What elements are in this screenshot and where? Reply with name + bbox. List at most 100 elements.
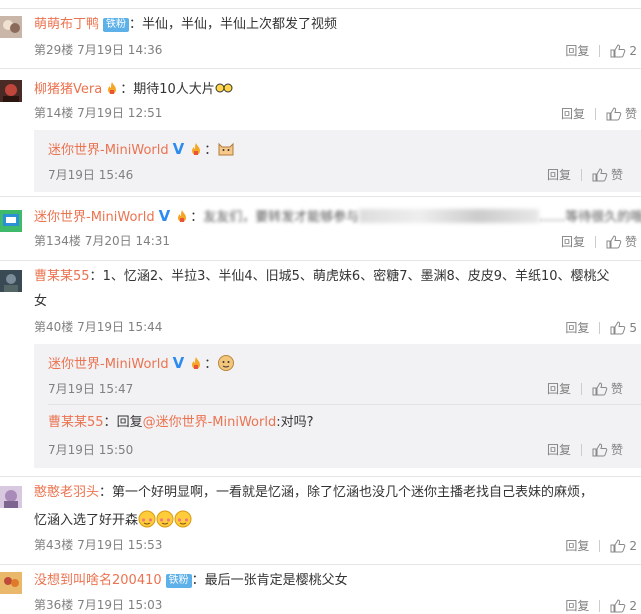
reply-meta: 7月19日 15:50	[48, 443, 134, 457]
comment-actions: 回复 5	[565, 319, 637, 336]
comment-text-2: 女	[34, 294, 48, 309]
like-button[interactable]: 赞	[606, 105, 637, 122]
username[interactable]: 没想到叫啥名200410	[34, 573, 162, 588]
username[interactable]: 迷你世界-MiniWorld	[48, 357, 169, 372]
reply-button[interactable]: 回复	[565, 42, 589, 59]
comment-meta: 第40楼 7月19日 15:44	[34, 320, 163, 334]
colon: ：	[204, 143, 218, 158]
thumbs-up-icon	[610, 598, 626, 612]
username[interactable]: 萌萌布丁鸭	[34, 17, 99, 32]
colon: ：	[190, 210, 204, 225]
avatar[interactable]	[0, 572, 22, 594]
like-count: 赞	[624, 107, 637, 121]
reply-button[interactable]: 回复	[565, 319, 589, 336]
doge-emoji-icon	[218, 355, 235, 371]
avatar[interactable]	[0, 270, 22, 292]
comment-meta: 第134楼 7月20日 14:31	[34, 234, 171, 248]
comment-line: 柳猪猪Vera ：期待10人大片	[34, 79, 233, 99]
redacted-block	[359, 209, 540, 223]
divider	[580, 382, 582, 395]
like-button[interactable]: 赞	[592, 380, 623, 397]
colon: ：	[99, 485, 113, 500]
like-button[interactable]: 2	[610, 44, 637, 58]
reply-thread: 迷你世界-MiniWorld V ： 7月19日 15:46 回复 赞	[34, 130, 641, 192]
comment-meta: 第43楼 7月19日 15:53	[34, 538, 163, 552]
mention-link[interactable]: @迷你世界-MiniWorld	[143, 415, 277, 430]
comment-actions: 回复 2	[565, 597, 637, 614]
like-button[interactable]: 2	[610, 599, 637, 613]
fan-badge: 铁粉	[103, 18, 130, 32]
comment-line: 憨憨老羽头：第一个好明显啊，一看就是忆涵，除了忆涵也没几个迷你主播老找自己表妹的…	[34, 484, 593, 502]
verified-v-icon: V	[158, 207, 171, 225]
colon: ：	[129, 17, 143, 32]
avatar[interactable]	[0, 80, 22, 102]
comment-text: 1、忆涵2、半拉3、半仙4、旧城5、萌虎妹6、密糖7、墨渊8、皮皮9、羊纸10、…	[102, 269, 610, 284]
divider	[580, 168, 582, 181]
like-button[interactable]: 5	[610, 321, 637, 335]
reply-button[interactable]: 回复	[561, 105, 585, 122]
comment-text-end: ……等待很久的哦	[539, 210, 641, 225]
avatar[interactable]	[0, 210, 22, 232]
cat-emoji-icon	[218, 142, 234, 156]
comment-text-2: 忆涵入选了好开森	[34, 513, 139, 528]
reply-button[interactable]: 回复	[547, 166, 571, 183]
avatar[interactable]	[0, 16, 22, 38]
fire-badge-icon	[192, 357, 201, 369]
comment-text: 期待10人大片	[133, 82, 215, 97]
embarrassed-emoji-icon	[156, 510, 174, 528]
like-count: 赞	[624, 235, 637, 249]
like-button[interactable]: 赞	[592, 441, 623, 458]
reply-text: :对吗?	[276, 415, 314, 430]
reply-line: 曹某某55：回复@迷你世界-MiniWorld:对吗?	[48, 414, 313, 432]
username[interactable]: 曹某某55	[34, 269, 90, 284]
reply-button[interactable]: 回复	[565, 597, 589, 614]
comment-line-2: 女	[34, 293, 47, 311]
username[interactable]: 迷你世界-MiniWorld	[34, 210, 155, 225]
reply-button[interactable]: 回复	[561, 233, 585, 250]
thumbs-up-icon	[610, 43, 626, 57]
reply-line: 迷你世界-MiniWorld V ：	[48, 140, 235, 160]
username[interactable]: 迷你世界-MiniWorld	[48, 143, 169, 158]
like-button[interactable]: 2	[610, 539, 637, 553]
divider	[0, 260, 641, 261]
like-button[interactable]: 赞	[592, 166, 623, 183]
comment-text: 半仙，半仙，半仙上次都发了视频	[142, 17, 338, 32]
thumbs-up-icon	[592, 442, 608, 456]
colon: ：	[89, 269, 103, 284]
embarrassed-emoji-icon	[138, 510, 156, 528]
reply-button[interactable]: 回复	[547, 380, 571, 397]
username[interactable]: 柳猪猪Vera	[34, 82, 102, 97]
embarrassed-emoji-icon	[174, 510, 192, 528]
comment-text: 最后一张肯定是樱桃父女	[204, 573, 348, 588]
comment-text: 友友们，要转发才能够参与	[203, 210, 360, 225]
like-count: 2	[629, 598, 637, 613]
like-button[interactable]: 赞	[606, 233, 637, 250]
reply-meta: 7月19日 15:47	[48, 382, 134, 396]
comment-line: 迷你世界-MiniWorld V ：友友们，要转发才能够参与 ……等待很久的哦	[34, 207, 641, 227]
verified-v-icon: V	[172, 140, 185, 158]
reply-button[interactable]: 回复	[565, 537, 589, 554]
avatar[interactable]	[0, 486, 22, 508]
glasses-emoji-icon	[215, 83, 233, 93]
comment-actions: 回复 2	[565, 537, 637, 554]
comment-line: 萌萌布丁鸭 铁粉 ：半仙，半仙，半仙上次都发了视频	[34, 16, 337, 34]
username[interactable]: 憨憨老羽头	[34, 485, 99, 500]
comment-actions: 回复 赞	[561, 105, 637, 122]
comment-line-2: 忆涵入选了好开森	[34, 510, 192, 530]
reply-actions: 回复 赞	[547, 380, 623, 397]
fire-badge-icon	[178, 210, 187, 222]
username[interactable]: 曹某某55	[48, 415, 104, 430]
divider	[580, 443, 582, 456]
fire-badge-icon	[192, 143, 201, 155]
divider	[0, 476, 641, 477]
reply-button[interactable]: 回复	[547, 441, 571, 458]
comment-text: 第一个好明显啊，一看就是忆涵，除了忆涵也没几个迷你主播老找自己表妹的麻烦，	[112, 485, 594, 500]
divider	[0, 564, 641, 565]
reply-meta: 7月19日 15:46	[48, 168, 134, 182]
thumbs-up-icon	[610, 320, 626, 334]
divider	[0, 68, 641, 69]
like-count: 赞	[610, 382, 623, 396]
divider	[599, 44, 601, 57]
fire-badge-icon	[108, 82, 117, 94]
colon: ：	[120, 82, 134, 97]
